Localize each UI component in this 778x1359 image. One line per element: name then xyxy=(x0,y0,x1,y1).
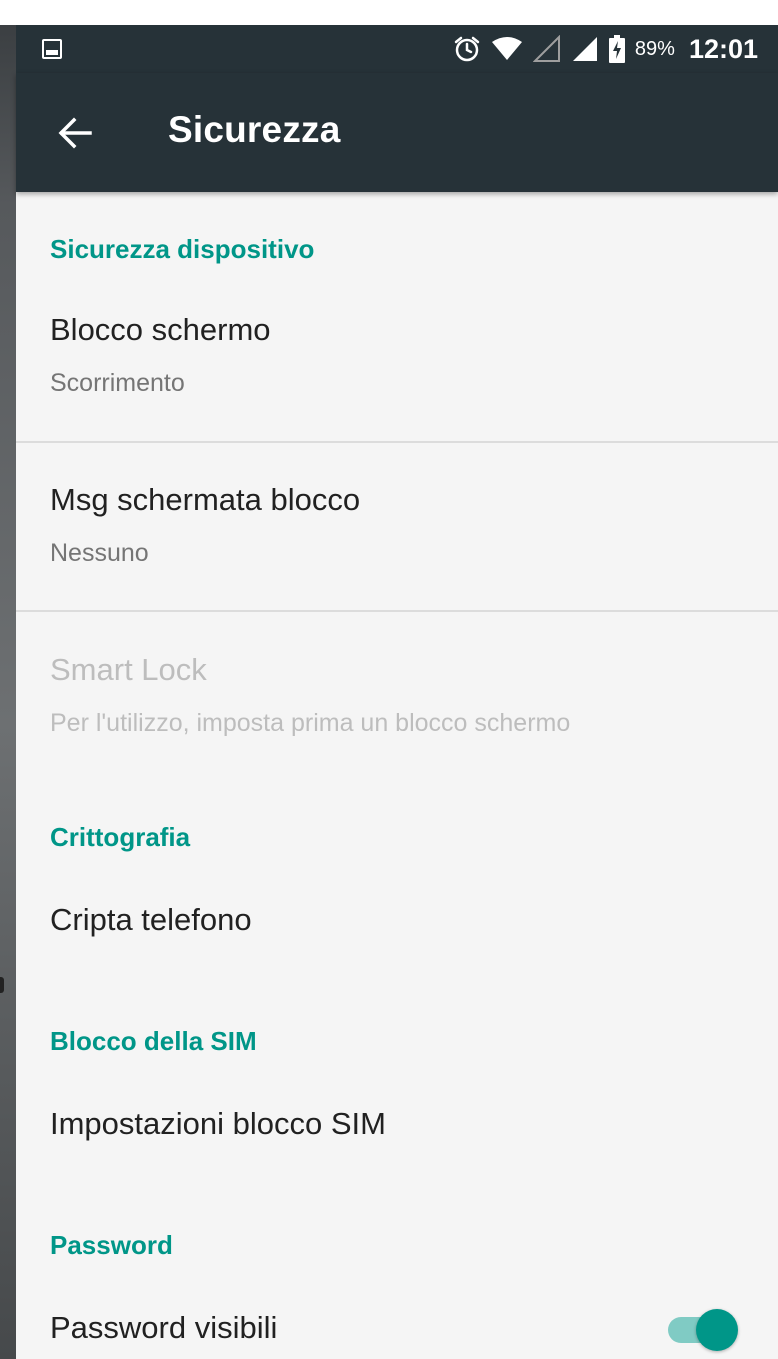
section-header-device-security: Sicurezza dispositivo xyxy=(50,234,315,264)
settings-screen: 89% 12:01 Sicurezza Sicurezza dispositiv… xyxy=(16,25,778,1359)
pref-summary: Nessuno xyxy=(50,539,149,567)
divider xyxy=(16,610,778,612)
pref-smart-lock: Smart Lock Per l'utilizzo, imposta prima… xyxy=(16,632,778,772)
pref-show-passwords[interactable]: Password visibili xyxy=(16,1290,778,1359)
pref-title: Smart Lock xyxy=(50,652,207,687)
switch-thumb xyxy=(696,1309,738,1351)
divider xyxy=(16,441,778,443)
background-edge-mark xyxy=(0,977,4,993)
section-header-encryption: Crittografia xyxy=(50,822,191,852)
pref-encrypt-phone[interactable]: Cripta telefono xyxy=(16,882,778,1002)
pref-lock-screen-message[interactable]: Msg schermata blocco Nessuno xyxy=(16,462,778,610)
pref-title: Cripta telefono xyxy=(50,902,252,937)
alarm-icon xyxy=(453,35,481,63)
show-passwords-switch[interactable] xyxy=(666,1307,738,1351)
status-bar: 89% 12:01 xyxy=(16,25,778,73)
status-icons: 89% 12:01 xyxy=(443,25,778,73)
pref-title: Blocco schermo xyxy=(50,312,271,347)
wifi-icon xyxy=(491,36,523,62)
battery-charging-icon xyxy=(608,35,625,63)
app-toolbar: Sicurezza xyxy=(16,73,778,192)
section-header-sim-lock: Blocco della SIM xyxy=(50,1026,257,1056)
pref-title: Impostazioni blocco SIM xyxy=(50,1106,386,1141)
pref-title: Password visibili xyxy=(50,1310,278,1345)
signal-icon xyxy=(571,35,599,63)
clock: 12:01 xyxy=(688,33,758,64)
pref-summary: Per l'utilizzo, imposta prima un blocco … xyxy=(50,709,571,737)
page-title: Sicurezza xyxy=(168,109,341,150)
pref-sim-lock-settings[interactable]: Impostazioni blocco SIM xyxy=(16,1086,778,1206)
section-header-passwords: Password xyxy=(50,1230,173,1260)
page: 89% 12:01 Sicurezza Sicurezza dispositiv… xyxy=(0,0,778,1359)
battery-percentage: 89% xyxy=(634,37,675,60)
gallery-icon xyxy=(42,39,62,59)
pref-screen-lock[interactable]: Blocco schermo Scorrimento xyxy=(16,292,778,440)
signal-empty-icon xyxy=(532,35,561,63)
pref-summary: Scorrimento xyxy=(50,369,185,397)
arrow-back-icon[interactable] xyxy=(56,113,96,153)
pref-title: Msg schermata blocco xyxy=(50,482,361,517)
background-activity-strip xyxy=(0,25,16,1359)
